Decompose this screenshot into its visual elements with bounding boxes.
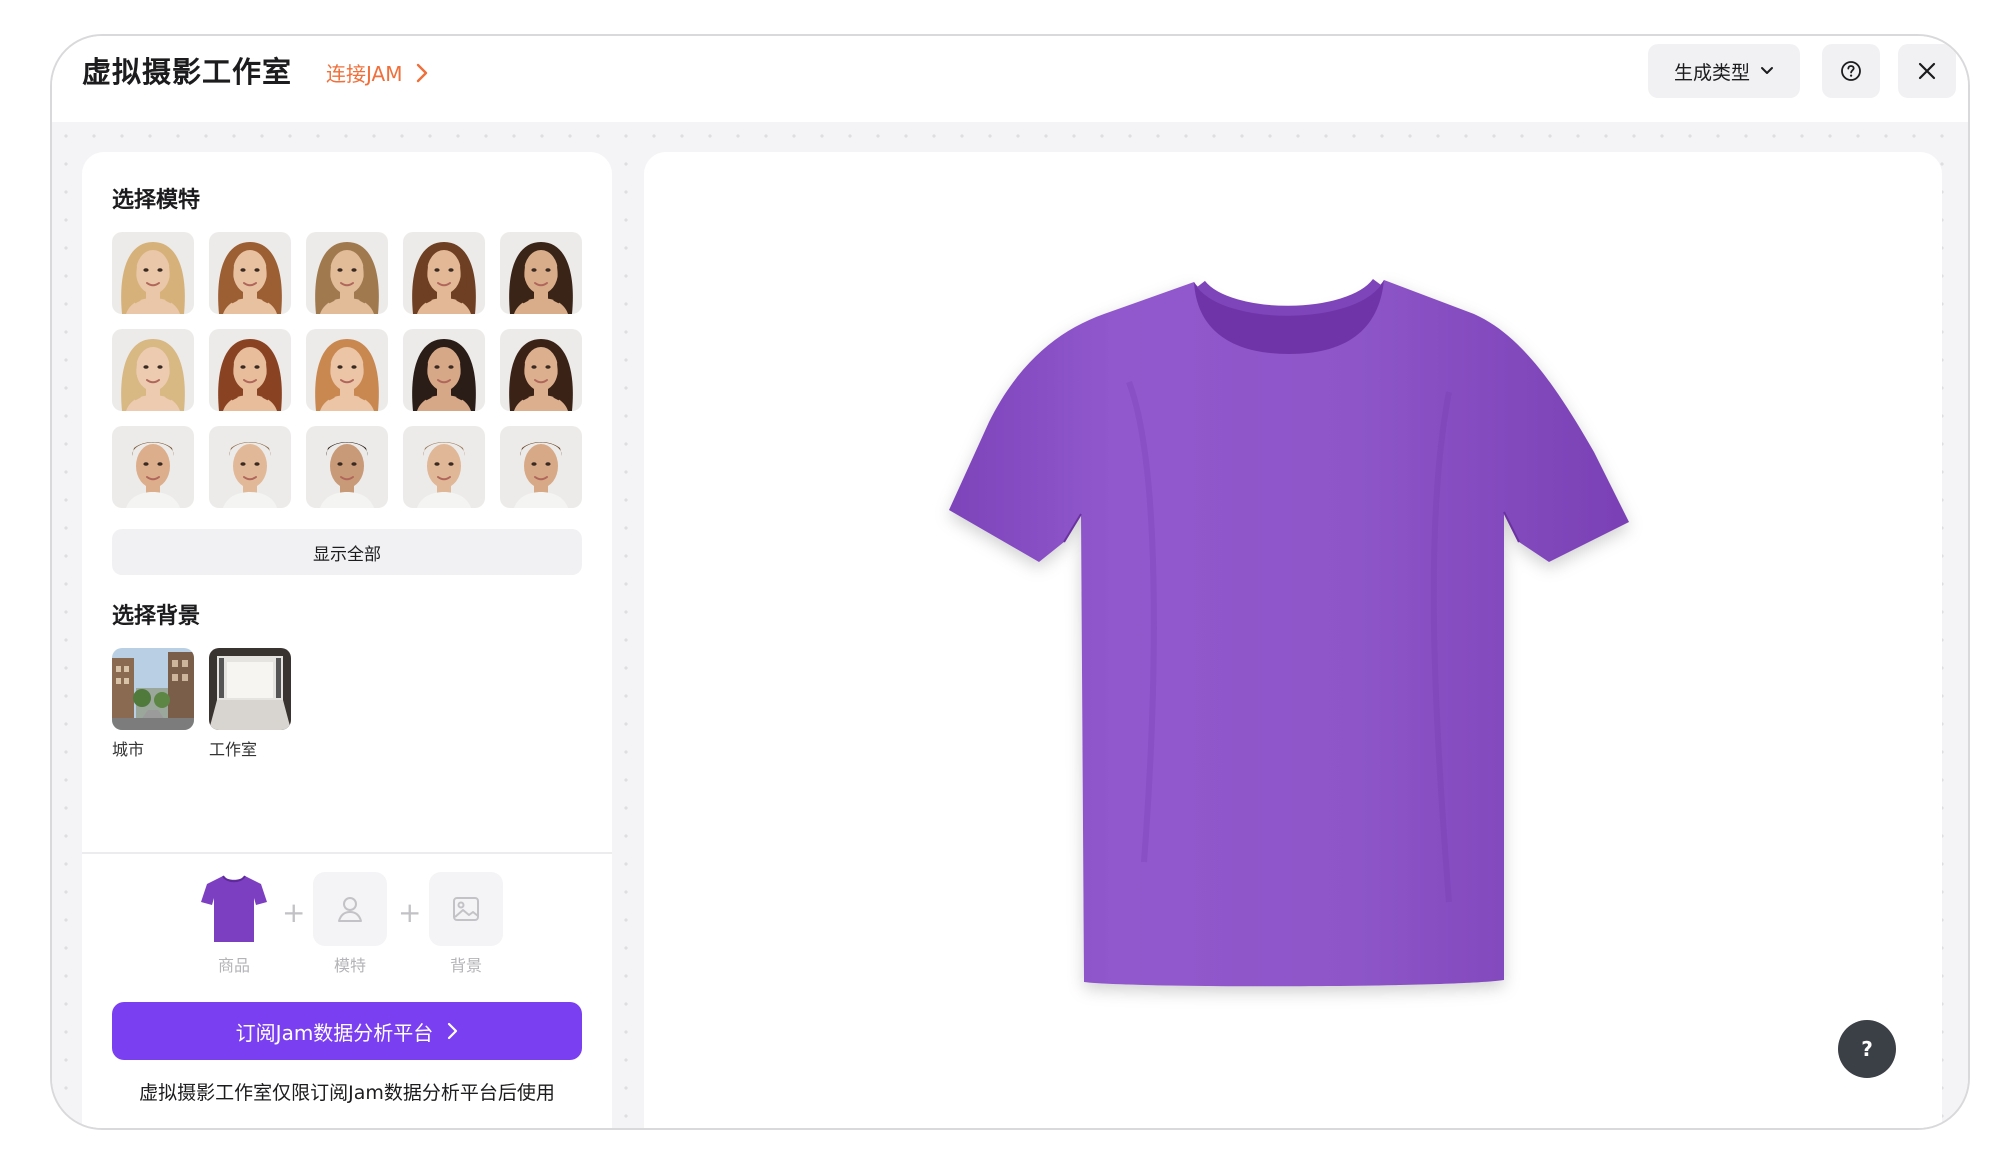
product-preview-image bbox=[949, 278, 1629, 987]
model-option-11[interactable] bbox=[112, 426, 194, 508]
model-slot-box bbox=[313, 872, 387, 946]
model-option-5[interactable] bbox=[500, 232, 582, 314]
subscription-notice: 虚拟摄影工作室仅限订阅Jam数据分析平台后使用 bbox=[139, 1082, 555, 1104]
generate-type-label: 生成类型 bbox=[1673, 61, 1750, 84]
model-portrait bbox=[500, 426, 582, 508]
chevron-right-icon bbox=[448, 1022, 458, 1040]
floating-help-button[interactable]: ? bbox=[1838, 1020, 1896, 1078]
model-option-9[interactable] bbox=[403, 329, 485, 411]
model-portrait bbox=[209, 329, 291, 411]
background-slot-box bbox=[429, 872, 503, 946]
chevron-right-icon bbox=[417, 63, 428, 82]
model-portrait bbox=[500, 329, 582, 411]
city-background-label: 城市 bbox=[112, 740, 145, 759]
model-option-4[interactable] bbox=[403, 232, 485, 314]
models-section-title: 选择模特 bbox=[112, 188, 201, 213]
connect-jam-link[interactable]: 连接JAM bbox=[326, 58, 428, 87]
settings-panel: 选择模特 显示全部 选择背景 城市 工作室 商品 + 模特 + 背景 订阅Jam… bbox=[82, 152, 612, 1128]
chevron-down-icon bbox=[1761, 67, 1773, 74]
model-portrait bbox=[403, 426, 485, 508]
model-option-15[interactable] bbox=[500, 426, 582, 508]
model-portrait bbox=[403, 232, 485, 314]
studio-background-label: 工作室 bbox=[209, 740, 258, 759]
image-icon bbox=[453, 897, 479, 921]
backgrounds-section-title: 选择背景 bbox=[112, 604, 201, 629]
model-slot[interactable]: 模特 bbox=[313, 872, 387, 976]
close-icon bbox=[1918, 62, 1936, 80]
model-portrait bbox=[306, 329, 388, 411]
model-portrait bbox=[209, 426, 291, 508]
panel-divider bbox=[82, 852, 612, 854]
question-circle-icon bbox=[1841, 61, 1861, 81]
page-title: 虚拟摄影工作室 bbox=[82, 55, 293, 89]
workspace: 选择模特 显示全部 选择背景 城市 工作室 商品 + 模特 + 背景 订阅Jam… bbox=[52, 122, 1968, 1128]
model-portrait bbox=[306, 232, 388, 314]
model-option-10[interactable] bbox=[500, 329, 582, 411]
city-background-thumbnail bbox=[112, 648, 194, 730]
plus-icon: + bbox=[398, 896, 422, 929]
top-bar: 虚拟摄影工作室 连接JAM 生成类型 bbox=[52, 36, 1968, 122]
model-option-13[interactable] bbox=[306, 426, 388, 508]
background-option-city[interactable]: 城市 bbox=[112, 648, 194, 760]
help-button[interactable] bbox=[1822, 44, 1880, 98]
product-thumbnail bbox=[197, 872, 271, 946]
model-slot-label: 模特 bbox=[333, 956, 366, 975]
model-portrait bbox=[403, 329, 485, 411]
subscribe-button[interactable]: 订阅Jam数据分析平台 bbox=[112, 1002, 582, 1060]
model-option-3[interactable] bbox=[306, 232, 388, 314]
background-list: 城市 工作室 bbox=[112, 648, 291, 760]
background-slot-label: 背景 bbox=[449, 956, 482, 975]
show-all-button[interactable]: 显示全部 bbox=[112, 529, 582, 575]
model-portrait bbox=[112, 426, 194, 508]
model-portrait bbox=[500, 232, 582, 314]
product-slot-label: 商品 bbox=[217, 956, 250, 975]
preview-canvas bbox=[644, 152, 1942, 1128]
model-option-1[interactable] bbox=[112, 232, 194, 314]
model-option-2[interactable] bbox=[209, 232, 291, 314]
model-option-6[interactable] bbox=[112, 329, 194, 411]
model-portrait bbox=[209, 232, 291, 314]
model-option-8[interactable] bbox=[306, 329, 388, 411]
model-portrait bbox=[112, 232, 194, 314]
model-portrait bbox=[112, 329, 194, 411]
studio-background-thumbnail bbox=[209, 648, 291, 730]
model-option-12[interactable] bbox=[209, 426, 291, 508]
generate-type-dropdown[interactable]: 生成类型 bbox=[1648, 44, 1800, 98]
app-window: 虚拟摄影工作室 连接JAM 生成类型 选择模特 显示全部 选择背景 城市 工作室… bbox=[50, 34, 1970, 1130]
close-button[interactable] bbox=[1898, 44, 1956, 98]
background-option-studio[interactable]: 工作室 bbox=[209, 648, 291, 760]
model-portrait bbox=[306, 426, 388, 508]
person-icon bbox=[338, 897, 362, 922]
subscribe-label: 订阅Jam数据分析平台 bbox=[235, 1020, 434, 1045]
model-option-7[interactable] bbox=[209, 329, 291, 411]
model-option-14[interactable] bbox=[403, 426, 485, 508]
connect-jam-label: 连接JAM bbox=[326, 62, 403, 86]
model-grid bbox=[112, 232, 582, 508]
background-slot[interactable]: 背景 bbox=[429, 872, 503, 976]
product-slot[interactable]: 商品 bbox=[197, 872, 271, 976]
generation-composer: 商品 + 模特 + 背景 bbox=[82, 872, 612, 982]
plus-icon: + bbox=[282, 896, 306, 929]
